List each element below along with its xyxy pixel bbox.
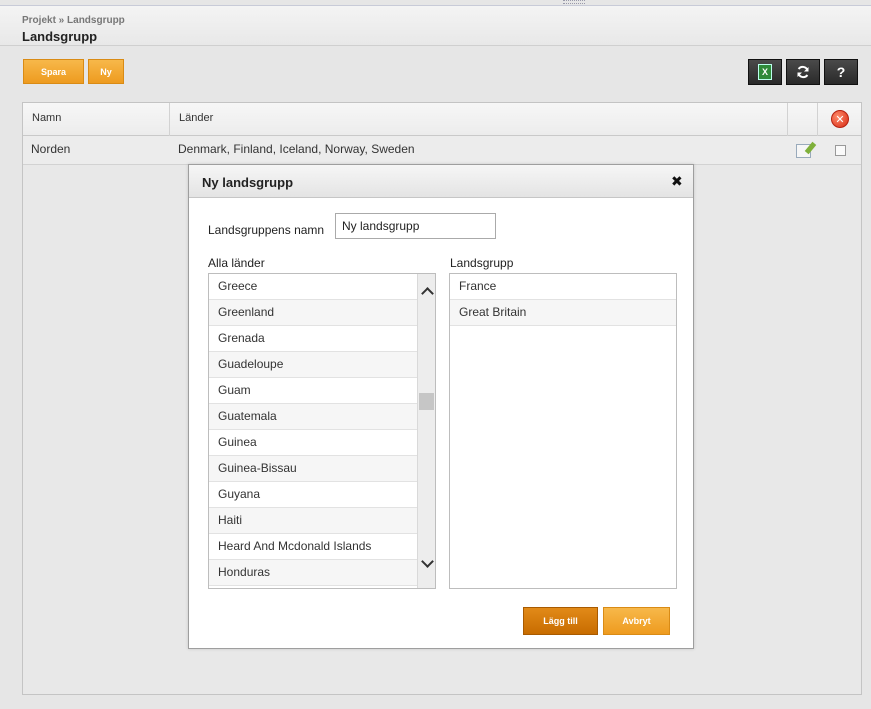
scrollbar-thumb[interactable]	[419, 393, 434, 410]
list-item[interactable]: Guadeloupe	[209, 352, 417, 378]
group-countries-list[interactable]: France Great Britain	[449, 273, 677, 589]
group-countries-label: Landsgrupp	[450, 256, 514, 270]
dialog-header: Ny landsgrupp ✖	[189, 165, 693, 198]
list-item[interactable]: Guinea	[209, 430, 417, 456]
list-item[interactable]: Guam	[209, 378, 417, 404]
page-title: Landsgrupp	[22, 29, 98, 44]
all-countries-list[interactable]: Greece Greenland Grenada Guadeloupe Guam…	[208, 273, 436, 589]
row-checkbox[interactable]	[835, 145, 846, 156]
scrollbar[interactable]	[417, 274, 435, 588]
list-item[interactable]: Guatemala	[209, 404, 417, 430]
list-item[interactable]: France	[450, 274, 676, 300]
excel-export-icon: X	[758, 64, 772, 80]
help-icon: ?	[836, 64, 846, 80]
close-icon[interactable]: ✖	[671, 173, 683, 190]
row-countries-cell: Denmark, Finland, Iceland, Norway, Swede…	[178, 142, 415, 156]
list-item[interactable]: Grenada	[209, 326, 417, 352]
save-button[interactable]: Spara	[23, 59, 84, 84]
list-item[interactable]: Guyana	[209, 482, 417, 508]
column-header-namn[interactable]: Namn	[23, 103, 170, 136]
help-button[interactable]: ?	[824, 59, 858, 85]
list-item[interactable]: Greenland	[209, 300, 417, 326]
delete-icon[interactable]: ✕	[831, 110, 849, 128]
table-row[interactable]: Norden Denmark, Finland, Iceland, Norway…	[23, 136, 861, 165]
dialog-title: Ny landsgrupp	[202, 175, 294, 190]
breadcrumb: Projekt » Landsgrupp	[22, 15, 125, 26]
group-name-input[interactable]	[335, 213, 496, 239]
edit-icon[interactable]	[796, 144, 811, 158]
resize-grip[interactable]	[563, 0, 585, 4]
add-button[interactable]: Lägg till	[523, 607, 598, 635]
column-header-edit	[788, 103, 818, 136]
column-header-lander[interactable]: Länder	[170, 103, 788, 136]
excel-export-button[interactable]: X	[748, 59, 782, 85]
scroll-up-arrow-icon[interactable]	[420, 285, 434, 299]
table-header: Namn Länder ✕	[23, 103, 861, 136]
list-item[interactable]: Great Britain	[450, 300, 676, 326]
all-countries-label: Alla länder	[208, 256, 265, 270]
list-item[interactable]: Guinea-Bissau	[209, 456, 417, 482]
list-item[interactable]: Greece	[209, 274, 417, 300]
list-item[interactable]: Honduras	[209, 560, 417, 586]
scroll-down-arrow-icon[interactable]	[420, 556, 434, 570]
refresh-icon	[797, 65, 809, 79]
list-item[interactable]: Haiti	[209, 508, 417, 534]
list-item[interactable]: Heard And Mcdonald Islands	[209, 534, 417, 560]
page-header: Projekt » Landsgrupp Landsgrupp	[0, 5, 871, 46]
new-group-dialog: Ny landsgrupp ✖ Landsgruppens namn Alla …	[188, 164, 694, 649]
cancel-button[interactable]: Avbryt	[603, 607, 670, 635]
group-name-label: Landsgruppens namn	[208, 223, 325, 237]
new-button[interactable]: Ny	[88, 59, 124, 84]
row-name-cell: Norden	[31, 142, 71, 156]
refresh-button[interactable]	[786, 59, 820, 85]
